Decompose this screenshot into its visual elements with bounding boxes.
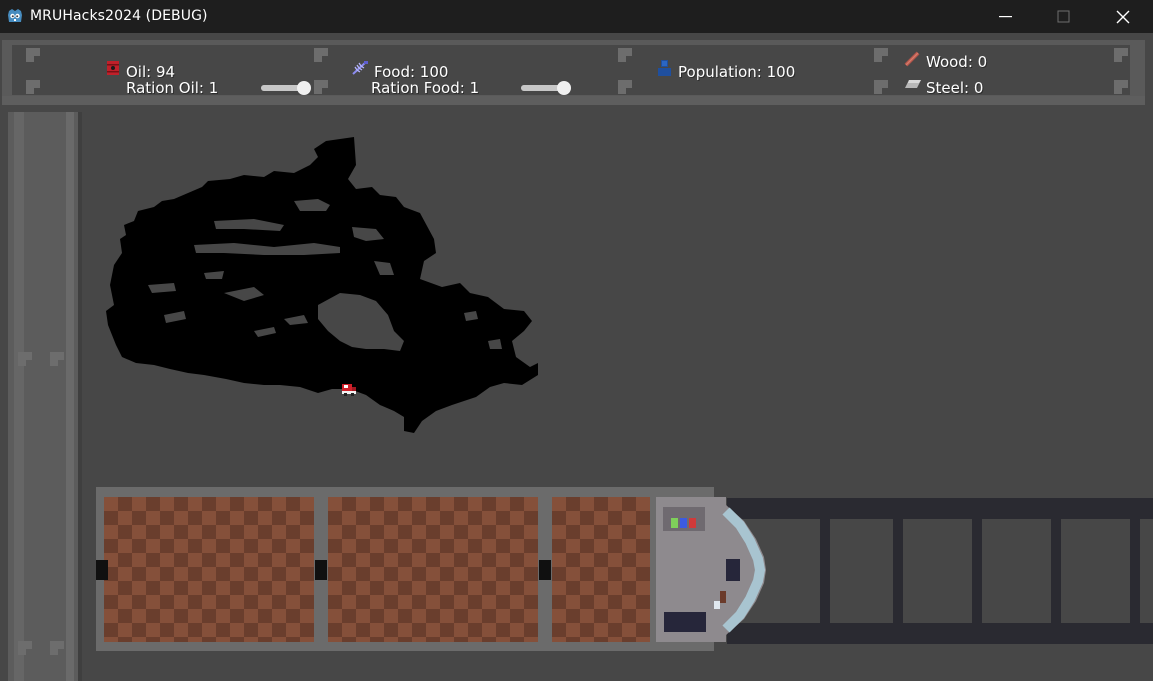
panel-rivet (618, 80, 632, 94)
wood-count: Wood: 0 (926, 53, 988, 71)
cargo-car-1[interactable] (104, 497, 314, 642)
population-count: Population: 100 (678, 63, 796, 81)
slider-grabber[interactable] (296, 81, 311, 95)
slider-grabber[interactable] (556, 81, 571, 95)
car-coupler (315, 560, 327, 580)
rail-rivet (50, 641, 64, 655)
close-button[interactable] (1094, 0, 1152, 33)
minimize-icon (999, 16, 1012, 18)
panel-rivet (26, 48, 40, 62)
rail-rivet (18, 641, 32, 655)
rail-rivet (50, 352, 64, 366)
plank-icon (904, 51, 920, 67)
locomotive-nose (710, 505, 766, 635)
ration-food-label: Ration Food: 1 (371, 79, 480, 97)
track-rail-bottom (727, 623, 1153, 644)
resource-panel-edge (2, 96, 1145, 105)
train-location-icon[interactable] (341, 382, 357, 396)
panel-rivet (314, 48, 328, 62)
rail-shadow (78, 112, 82, 681)
ration-oil-label: Ration Oil: 1 (126, 79, 219, 97)
panel-rivet (26, 80, 40, 94)
car-coupler (96, 560, 108, 580)
cargo-car-2[interactable] (328, 497, 538, 642)
steel-count: Steel: 0 (926, 79, 984, 97)
track-tie (820, 498, 830, 644)
track-tie (1051, 498, 1061, 644)
status-light-blue (680, 518, 687, 528)
canada-map[interactable] (104, 135, 544, 440)
minimize-button[interactable] (977, 0, 1035, 33)
fish-skeleton-icon (352, 61, 368, 75)
track-tie (893, 498, 903, 644)
side-rail (8, 112, 82, 681)
oil-barrel-icon (107, 61, 119, 75)
person-icon (658, 60, 671, 76)
panel-rivet (314, 80, 328, 94)
track-tie (1130, 498, 1140, 644)
godot-engine-icon (8, 9, 22, 22)
panel-rivet (874, 80, 888, 94)
car-coupler (539, 560, 551, 580)
rail-rivet (18, 352, 32, 366)
panel-rivet (1114, 80, 1128, 94)
ration-food-slider[interactable] (521, 81, 573, 95)
rail-groove (14, 112, 24, 681)
ingot-icon (905, 80, 921, 88)
close-icon (1116, 10, 1130, 24)
panel-rivet (1114, 48, 1128, 62)
track-rail-top (727, 498, 1153, 519)
cargo-car-3[interactable] (552, 497, 650, 642)
panel-rivet (874, 48, 888, 62)
maximize-icon (1057, 10, 1070, 23)
status-light-green (671, 518, 678, 528)
maximize-button[interactable] (1035, 0, 1093, 33)
status-light-red (689, 518, 696, 528)
track-tie (972, 498, 982, 644)
rail-groove (66, 112, 74, 681)
locomotive-window (664, 612, 706, 632)
window-title: MRUHacks2024 (DEBUG) (30, 8, 208, 24)
panel-rivet (618, 48, 632, 62)
ration-oil-slider[interactable] (261, 81, 313, 95)
window-titlebar: MRUHacks2024 (DEBUG) (0, 0, 1153, 33)
